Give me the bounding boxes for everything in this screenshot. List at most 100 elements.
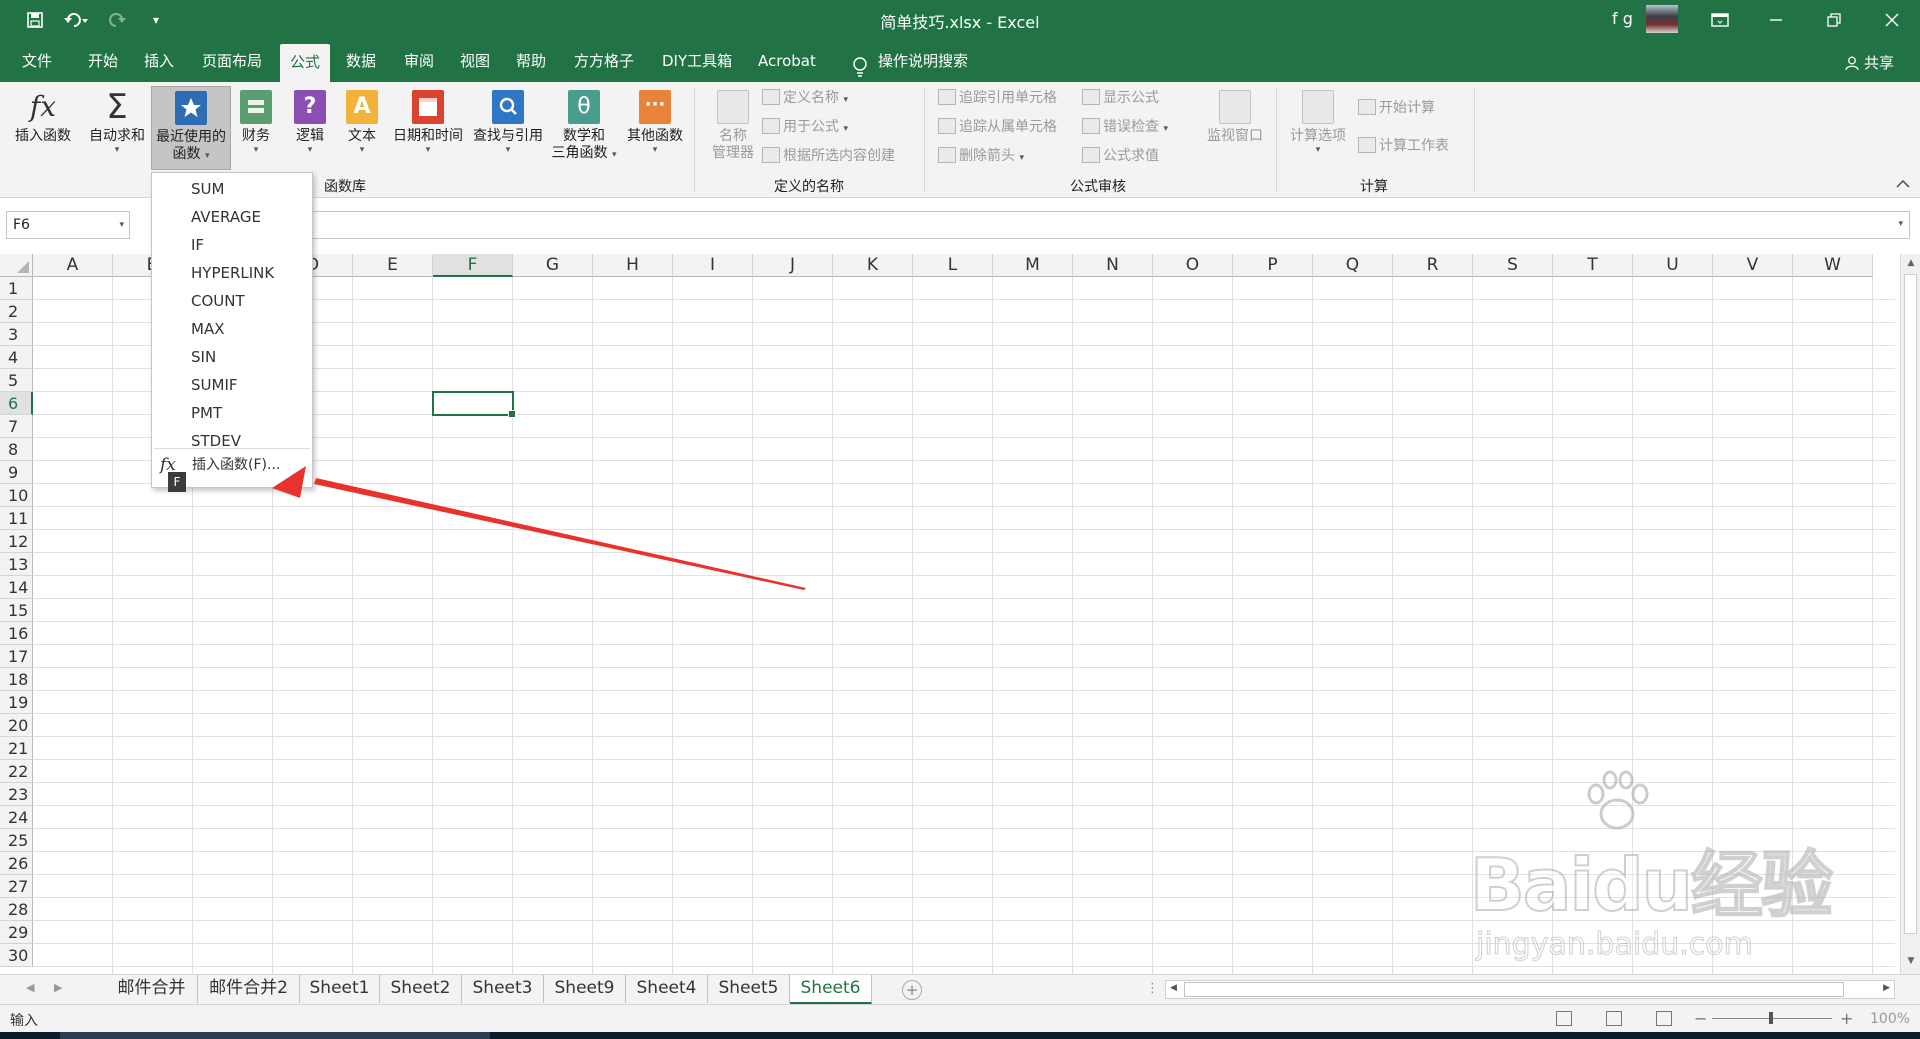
- sheet-tab[interactable]: Sheet4: [626, 975, 708, 1003]
- zoom-slider[interactable]: [1712, 1012, 1832, 1024]
- tab-view[interactable]: 视图: [450, 40, 500, 82]
- row-header-6[interactable]: 6: [0, 392, 33, 415]
- use-in-formula-button[interactable]: 用于公式 ▾: [762, 115, 848, 139]
- row-header-2[interactable]: 2: [0, 300, 33, 323]
- chevron-down-icon[interactable]: ▾: [119, 212, 124, 238]
- row-header-5[interactable]: 5: [0, 369, 33, 392]
- column-header-g[interactable]: G: [513, 254, 593, 277]
- vertical-scroll-thumb[interactable]: [1904, 274, 1917, 934]
- row-header-12[interactable]: 12: [0, 530, 33, 553]
- math-trig-button[interactable]: θ 数学和 三角函数 ▾: [550, 86, 618, 170]
- menu-item-average[interactable]: AVERAGE: [152, 204, 312, 230]
- calculate-sheet-button[interactable]: 计算工作表: [1358, 134, 1449, 158]
- tab-file[interactable]: 文件: [12, 40, 62, 82]
- tab-help[interactable]: 帮助: [506, 40, 556, 82]
- zoom-in-icon[interactable]: +: [1840, 1009, 1853, 1028]
- add-sheet-button[interactable]: +: [902, 980, 922, 1000]
- row-header-18[interactable]: 18: [0, 668, 33, 691]
- column-header-f[interactable]: F: [433, 254, 513, 277]
- expand-formula-bar-icon[interactable]: ▾: [1898, 219, 1903, 229]
- tab-home[interactable]: 开始: [78, 40, 128, 82]
- define-name-button[interactable]: 定义名称 ▾: [762, 86, 848, 110]
- select-all-button[interactable]: [0, 254, 33, 277]
- column-header-q[interactable]: Q: [1313, 254, 1393, 277]
- column-header-a[interactable]: A: [33, 254, 113, 277]
- row-header-9[interactable]: 9: [0, 461, 33, 484]
- row-header-19[interactable]: 19: [0, 691, 33, 714]
- row-header-3[interactable]: 3: [0, 323, 33, 346]
- ribbon-display-options-icon[interactable]: [1692, 0, 1748, 40]
- column-header-r[interactable]: R: [1393, 254, 1473, 277]
- row-header-21[interactable]: 21: [0, 737, 33, 760]
- column-header-m[interactable]: M: [993, 254, 1073, 277]
- sheet-tab[interactable]: 邮件合并: [106, 975, 198, 1003]
- scroll-down-icon[interactable]: ▼: [1904, 956, 1918, 970]
- name-manager-button[interactable]: 名称 管理器: [704, 86, 762, 170]
- row-header-14[interactable]: 14: [0, 576, 33, 599]
- formula-input[interactable]: ▾: [306, 211, 1910, 239]
- horizontal-scrollbar[interactable]: ◀ ▶: [1165, 980, 1895, 999]
- scroll-right-icon[interactable]: ▶: [1883, 983, 1890, 993]
- recently-used-button[interactable]: 最近使用的 函数 ▾: [151, 86, 231, 170]
- sheet-tab[interactable]: Sheet6: [790, 975, 872, 1005]
- row-header-4[interactable]: 4: [0, 346, 33, 369]
- financial-button[interactable]: 财务 ▾: [236, 86, 276, 170]
- show-formulas-button[interactable]: 显示公式: [1082, 86, 1159, 110]
- tab-formulas[interactable]: 公式: [280, 44, 331, 82]
- scroll-left-icon[interactable]: ◀: [1170, 983, 1177, 993]
- sheet-tab[interactable]: 邮件合并2: [198, 975, 300, 1003]
- active-cell-f6[interactable]: [432, 391, 516, 418]
- column-header-s[interactable]: S: [1473, 254, 1553, 277]
- tab-fangfanggezi[interactable]: 方方格子: [564, 40, 644, 82]
- row-header-26[interactable]: 26: [0, 852, 33, 875]
- column-header-w[interactable]: W: [1793, 254, 1873, 277]
- sheet-tab[interactable]: Sheet5: [708, 975, 790, 1003]
- zoom-slider-knob[interactable]: [1769, 1012, 1773, 1024]
- zoom-level[interactable]: 100%: [1870, 1011, 1910, 1027]
- formula-bar-splitter[interactable]: ⋮: [145, 216, 159, 234]
- sheet-tab[interactable]: Sheet1: [300, 975, 380, 1003]
- evaluate-formula-button[interactable]: 公式求值: [1082, 144, 1159, 168]
- row-header-15[interactable]: 15: [0, 599, 33, 622]
- menu-item-sumif[interactable]: SUMIF: [152, 372, 312, 398]
- share-button[interactable]: 共享: [1845, 52, 1894, 73]
- row-header-8[interactable]: 8: [0, 438, 33, 461]
- row-header-23[interactable]: 23: [0, 783, 33, 806]
- error-checking-button[interactable]: 错误检查 ▾: [1082, 115, 1168, 139]
- tab-data[interactable]: 数据: [336, 40, 386, 82]
- column-header-i[interactable]: I: [673, 254, 753, 277]
- remove-arrows-button[interactable]: 删除箭头 ▾: [938, 144, 1024, 168]
- menu-item-count[interactable]: COUNT: [152, 288, 312, 314]
- column-header-t[interactable]: T: [1553, 254, 1633, 277]
- close-icon[interactable]: [1864, 0, 1920, 40]
- name-box[interactable]: F6 ▾: [6, 211, 130, 239]
- row-header-28[interactable]: 28: [0, 898, 33, 921]
- restore-icon[interactable]: [1806, 0, 1862, 40]
- tab-diy-toolbox[interactable]: DIY工具箱: [652, 40, 742, 82]
- column-header-n[interactable]: N: [1073, 254, 1153, 277]
- trace-dependents-button[interactable]: 追踪从属单元格: [938, 115, 1057, 139]
- row-header-11[interactable]: 11: [0, 507, 33, 530]
- sheet-tab[interactable]: Sheet2: [380, 975, 462, 1003]
- tab-review[interactable]: 审阅: [394, 40, 444, 82]
- zoom-out-icon[interactable]: −: [1694, 1009, 1707, 1028]
- row-header-22[interactable]: 22: [0, 760, 33, 783]
- column-header-j[interactable]: J: [753, 254, 833, 277]
- tell-me-search[interactable]: 操作说明搜索: [844, 40, 978, 82]
- row-header-20[interactable]: 20: [0, 714, 33, 737]
- next-sheet-icon[interactable]: ▶: [54, 981, 62, 994]
- row-header-24[interactable]: 24: [0, 806, 33, 829]
- row-header-27[interactable]: 27: [0, 875, 33, 898]
- column-header-p[interactable]: P: [1233, 254, 1313, 277]
- page-break-view-icon[interactable]: [1656, 1011, 1672, 1026]
- calculate-now-button[interactable]: 开始计算: [1358, 96, 1435, 120]
- user-name[interactable]: f g: [1612, 9, 1633, 28]
- column-header-e[interactable]: E: [353, 254, 433, 277]
- tab-splitter[interactable]: ⋮: [1146, 981, 1159, 996]
- datetime-button[interactable]: 日期和时间 ▾: [388, 86, 468, 170]
- tab-page-layout[interactable]: 页面布局: [192, 40, 272, 82]
- sheet-tab[interactable]: Sheet3: [462, 975, 544, 1003]
- row-header-25[interactable]: 25: [0, 829, 33, 852]
- column-header-l[interactable]: L: [913, 254, 993, 277]
- row-header-16[interactable]: 16: [0, 622, 33, 645]
